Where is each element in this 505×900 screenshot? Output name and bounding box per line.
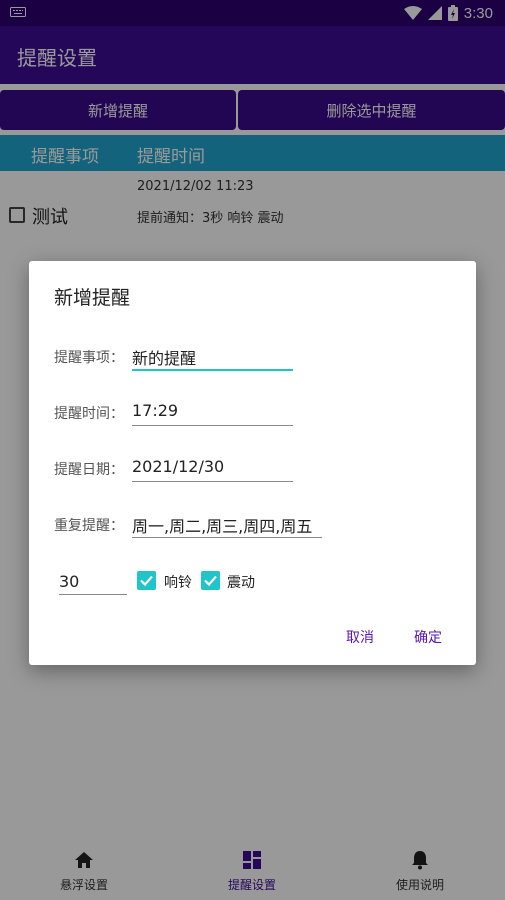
- repeat-label: 重复提醒：: [54, 518, 124, 534]
- date-label: 提醒日期：: [54, 462, 124, 478]
- ring-label: 响铃: [164, 575, 192, 591]
- vibrate-checkbox[interactable]: [201, 571, 220, 590]
- ring-checkbox[interactable]: [137, 571, 156, 590]
- advance-seconds-input[interactable]: 30: [59, 572, 79, 591]
- dialog-title: 新增提醒: [54, 287, 131, 309]
- vibrate-label: 震动: [227, 575, 255, 591]
- add-reminder-dialog: 新增提醒 提醒事项： 新的提醒 提醒时间： 17:29 提醒日期： 2021/1…: [29, 261, 476, 665]
- check-icon: [204, 575, 217, 587]
- time-input-underline: [132, 425, 293, 426]
- confirm-button[interactable]: 确定: [414, 627, 442, 647]
- repeat-input-underline: [132, 537, 322, 538]
- item-input-underline: [132, 369, 293, 371]
- time-input[interactable]: 17:29: [132, 401, 178, 420]
- advance-input-underline: [59, 594, 127, 595]
- cancel-button[interactable]: 取消: [346, 627, 374, 647]
- repeat-input[interactable]: 周一,周二,周三,周四,周五: [132, 513, 312, 537]
- date-input-underline: [132, 481, 293, 482]
- check-icon: [140, 575, 153, 587]
- item-label: 提醒事项：: [54, 350, 124, 366]
- date-input[interactable]: 2021/12/30: [132, 457, 224, 476]
- time-label: 提醒时间：: [54, 406, 124, 422]
- screen: 3:30 提醒设置 新增提醒 删除选中提醒 提醒事项 提醒时间 测试 2021/…: [0, 0, 505, 900]
- item-input[interactable]: 新的提醒: [132, 345, 196, 369]
